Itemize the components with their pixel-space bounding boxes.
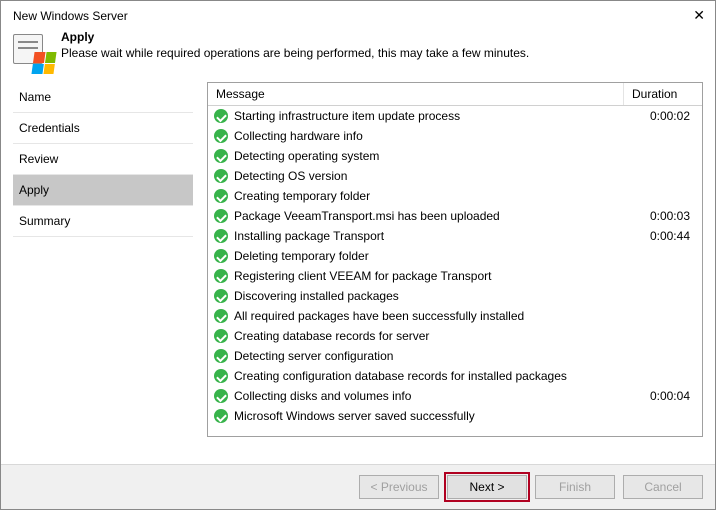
success-icon xyxy=(214,229,228,243)
log-message: Discovering installed packages xyxy=(234,287,626,305)
grid-rows[interactable]: Starting infrastructure item update proc… xyxy=(208,106,702,436)
log-message: Deleting temporary folder xyxy=(234,247,626,265)
log-row[interactable]: Microsoft Windows server saved successfu… xyxy=(208,406,702,426)
log-message: All required packages have been successf… xyxy=(234,307,626,325)
log-message: Detecting server configuration xyxy=(234,347,626,365)
window-title: New Windows Server xyxy=(13,9,128,23)
success-icon xyxy=(214,289,228,303)
log-message: Microsoft Windows server saved successfu… xyxy=(234,407,626,425)
success-icon xyxy=(214,409,228,423)
success-icon xyxy=(214,369,228,383)
log-message: Installing package Transport xyxy=(234,227,626,245)
log-row[interactable]: Collecting disks and volumes info0:00:04 xyxy=(208,386,702,406)
log-row[interactable]: Deleting temporary folder xyxy=(208,246,702,266)
success-icon xyxy=(214,209,228,223)
server-windows-icon xyxy=(13,30,51,72)
log-row[interactable]: Registering client VEEAM for package Tra… xyxy=(208,266,702,286)
wizard-footer: < Previous Next > Finish Cancel xyxy=(1,464,715,509)
log-message: Creating database records for server xyxy=(234,327,626,345)
finish-button: Finish xyxy=(535,475,615,499)
log-duration: 0:00:02 xyxy=(626,107,696,125)
log-row[interactable]: Starting infrastructure item update proc… xyxy=(208,106,702,126)
log-message: Detecting operating system xyxy=(234,147,626,165)
col-duration[interactable]: Duration xyxy=(624,83,702,105)
log-row[interactable]: Collecting hardware info xyxy=(208,126,702,146)
sidebar-item-apply[interactable]: Apply xyxy=(13,175,193,206)
title-bar: New Windows Server ✕ xyxy=(1,1,715,26)
log-row[interactable]: Installing package Transport0:00:44 xyxy=(208,226,702,246)
success-icon xyxy=(214,109,228,123)
success-icon xyxy=(214,249,228,263)
log-message: Collecting disks and volumes info xyxy=(234,387,626,405)
log-panel: Message Duration Starting infrastructure… xyxy=(207,82,703,437)
log-message: Detecting OS version xyxy=(234,167,626,185)
log-row[interactable]: Creating configuration database records … xyxy=(208,366,702,386)
log-row[interactable]: Package VeeamTransport.msi has been uplo… xyxy=(208,206,702,226)
cancel-button: Cancel xyxy=(623,475,703,499)
success-icon xyxy=(214,329,228,343)
success-icon xyxy=(214,189,228,203)
success-icon xyxy=(214,309,228,323)
log-row[interactable]: All required packages have been successf… xyxy=(208,306,702,326)
log-message: Creating temporary folder xyxy=(234,187,626,205)
wizard-steps: NameCredentialsReviewApplySummary xyxy=(13,82,193,437)
success-icon xyxy=(214,269,228,283)
log-message: Package VeeamTransport.msi has been uplo… xyxy=(234,207,626,225)
sidebar-item-review[interactable]: Review xyxy=(13,144,193,175)
log-row[interactable]: Detecting operating system xyxy=(208,146,702,166)
next-button[interactable]: Next > xyxy=(447,475,527,499)
sidebar-item-credentials[interactable]: Credentials xyxy=(13,113,193,144)
log-row[interactable]: Discovering installed packages xyxy=(208,286,702,306)
log-row[interactable]: Creating database records for server xyxy=(208,326,702,346)
col-message[interactable]: Message xyxy=(208,83,624,105)
log-duration: 0:00:03 xyxy=(626,207,696,225)
success-icon xyxy=(214,169,228,183)
close-icon[interactable]: ✕ xyxy=(673,7,705,24)
log-message: Starting infrastructure item update proc… xyxy=(234,107,626,125)
grid-header: Message Duration xyxy=(208,83,702,106)
success-icon xyxy=(214,149,228,163)
log-duration: 0:00:44 xyxy=(626,227,696,245)
previous-button: < Previous xyxy=(359,475,439,499)
sidebar-item-summary[interactable]: Summary xyxy=(13,206,193,237)
log-message: Collecting hardware info xyxy=(234,127,626,145)
log-duration: 0:00:04 xyxy=(626,387,696,405)
success-icon xyxy=(214,389,228,403)
page-subtitle: Please wait while required operations ar… xyxy=(61,46,529,60)
log-message: Creating configuration database records … xyxy=(234,367,626,385)
log-row[interactable]: Detecting OS version xyxy=(208,166,702,186)
sidebar-item-name[interactable]: Name xyxy=(13,82,193,113)
wizard-header: Apply Please wait while required operati… xyxy=(1,26,715,82)
success-icon xyxy=(214,349,228,363)
success-icon xyxy=(214,129,228,143)
log-row[interactable]: Creating temporary folder xyxy=(208,186,702,206)
log-message: Registering client VEEAM for package Tra… xyxy=(234,267,626,285)
log-row[interactable]: Detecting server configuration xyxy=(208,346,702,366)
page-title: Apply xyxy=(61,30,529,44)
